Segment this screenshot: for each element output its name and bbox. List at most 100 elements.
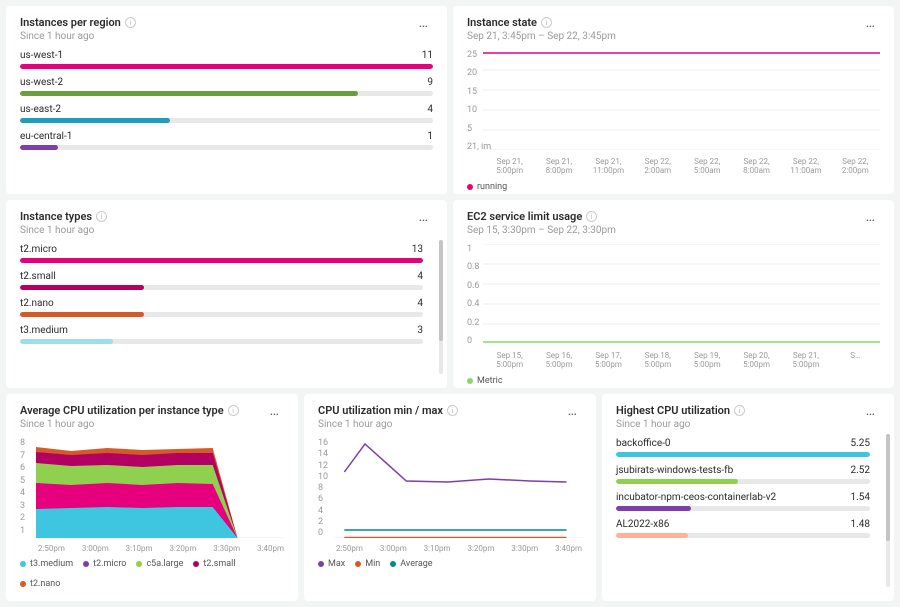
bar-row[interactable]: jsubirats-windows-tests-fb 2.52 xyxy=(616,465,870,484)
axis-tick: 10 xyxy=(467,105,491,115)
legend-item[interactable]: Average xyxy=(390,559,432,569)
legend-item[interactable]: Min xyxy=(355,559,380,569)
axis-tick: Sep 22,2:00pm xyxy=(831,158,880,176)
axis-tick: 3:20pm xyxy=(169,544,196,553)
more-button[interactable]: … xyxy=(862,407,880,415)
axis-tick: 3:00pm xyxy=(82,544,109,553)
more-button[interactable]: … xyxy=(266,407,284,415)
axis-tick: 16 xyxy=(318,438,328,448)
axis-tick: 2 xyxy=(318,517,328,527)
bar-row[interactable]: us-west-111 xyxy=(20,50,433,69)
axis-tick: 25 xyxy=(467,50,491,60)
legend-item[interactable]: Metric xyxy=(467,376,503,386)
axis-tick: 0.6 xyxy=(467,281,480,291)
max-line xyxy=(344,444,566,482)
bar-row[interactable]: t2.small4 xyxy=(20,271,423,290)
legend-dot xyxy=(318,561,324,567)
axis-tick: Sep 18,5:00pm xyxy=(633,352,682,370)
legend-item[interactable]: t2.micro xyxy=(83,559,126,569)
info-icon[interactable]: i xyxy=(586,211,597,222)
bar-label: jsubirats-windows-tests-fb xyxy=(616,465,733,476)
legend-item[interactable]: running xyxy=(467,182,507,192)
bar-fill xyxy=(20,258,423,263)
axis-tick: 4 xyxy=(20,488,25,498)
legend-label: t2.micro xyxy=(93,559,126,569)
bar-row[interactable]: us-west-29 xyxy=(20,77,433,96)
bar-value: 13 xyxy=(412,244,423,255)
legend-item[interactable]: c5a.large xyxy=(136,559,183,569)
legend-dot xyxy=(467,184,473,190)
more-button[interactable]: … xyxy=(862,19,880,27)
bar-row[interactable]: eu-central-11 xyxy=(20,131,433,150)
bar-label: t3.medium xyxy=(20,325,68,336)
axis-tick: Sep 16,5:00pm xyxy=(534,352,583,370)
legend-label: t2.small xyxy=(203,559,235,569)
bar-row[interactable]: t2.nano4 xyxy=(20,298,423,317)
card-subtitle: Since 1 hour ago xyxy=(20,225,433,236)
legend-dot xyxy=(390,561,396,567)
axis-tick: 0.8 xyxy=(467,262,480,272)
axis-tick: 0.4 xyxy=(467,299,480,309)
bar-row[interactable]: AL2022-x861.48 xyxy=(616,519,870,538)
bar-value: 2.52 xyxy=(851,465,871,476)
bar-label: backoffice-0 xyxy=(616,438,671,449)
info-icon[interactable]: i xyxy=(125,17,136,28)
legend-item[interactable]: t2.nano xyxy=(20,579,60,589)
bar-row[interactable]: incubator-npm-ceos-containerlab-v21.54 xyxy=(616,492,870,511)
axis-tick: 1 xyxy=(20,526,25,536)
info-icon[interactable]: i xyxy=(96,211,107,222)
axis-tick: 3:40pm xyxy=(257,544,284,553)
legend-item[interactable]: Max xyxy=(318,559,345,569)
title-text: EC2 service limit usage xyxy=(467,210,582,223)
axis-tick: 3:00pm xyxy=(380,544,407,553)
more-button[interactable]: … xyxy=(862,213,880,221)
bar-label: t2.nano xyxy=(20,298,54,309)
legend-dot xyxy=(193,561,199,567)
axis-tick: 7 xyxy=(20,451,25,461)
title-text: Average CPU utilization per instance typ… xyxy=(20,404,224,417)
info-icon[interactable]: i xyxy=(447,405,458,416)
more-button[interactable]: … xyxy=(415,19,433,27)
bar-value: 1.54 xyxy=(851,492,871,503)
axis-tick: Sep 21,5:00pm xyxy=(781,352,830,370)
instance-state-chart: 25201510521, im xyxy=(467,50,880,152)
bar-track xyxy=(20,64,433,69)
legend-item[interactable]: t3.medium xyxy=(20,559,73,569)
cpu-minmax-chart: 1614121086420 xyxy=(318,438,582,538)
legend-item[interactable]: t2.small xyxy=(193,559,235,569)
bar-row[interactable]: backoffice-0 5.25 xyxy=(616,438,870,457)
axis-tick: Sep 19,5:00pm xyxy=(683,352,732,370)
bar-fill xyxy=(20,118,170,123)
card-subtitle: Since 1 hour ago xyxy=(20,419,284,430)
axis-tick: 0 xyxy=(318,528,328,538)
more-button[interactable]: … xyxy=(415,213,433,221)
area-t3medium xyxy=(36,507,284,538)
title-text: Highest CPU utilization xyxy=(616,404,730,417)
info-icon[interactable]: i xyxy=(228,405,239,416)
axis-tick: 2 xyxy=(20,513,25,523)
bar-track xyxy=(616,452,870,457)
card-cpu-minmax: CPU utilization min / max i … Since 1 ho… xyxy=(304,394,596,601)
bar-value: 3 xyxy=(417,325,423,336)
bar-label: us-east-2 xyxy=(20,104,61,115)
axis-tick: 14 xyxy=(318,449,328,459)
axis-tick: Sep 22,5:00am xyxy=(683,158,732,176)
bar-row[interactable]: t2.micro13 xyxy=(20,244,423,263)
legend-label: Min xyxy=(365,559,380,569)
more-button[interactable]: … xyxy=(564,407,582,415)
bar-value: 11 xyxy=(422,50,433,61)
info-icon[interactable]: i xyxy=(541,17,552,28)
card-title: Instances per region i xyxy=(20,16,136,29)
scrollbar[interactable] xyxy=(439,240,443,374)
bar-label: eu-central-1 xyxy=(20,131,72,142)
axis-tick: 20 xyxy=(467,68,491,78)
axis-tick: 15 xyxy=(467,87,491,97)
axis-tick: 4 xyxy=(318,506,328,516)
bar-row[interactable]: us-east-24 xyxy=(20,104,433,123)
card-subtitle: Sep 21, 3:45pm – Sep 22, 3:45pm xyxy=(467,31,880,42)
scrollbar[interactable] xyxy=(886,434,890,587)
bar-row[interactable]: t3.medium 3 xyxy=(20,325,423,344)
info-icon[interactable]: i xyxy=(734,405,745,416)
legend-dot xyxy=(355,561,361,567)
bar-value: 5.25 xyxy=(851,438,871,449)
